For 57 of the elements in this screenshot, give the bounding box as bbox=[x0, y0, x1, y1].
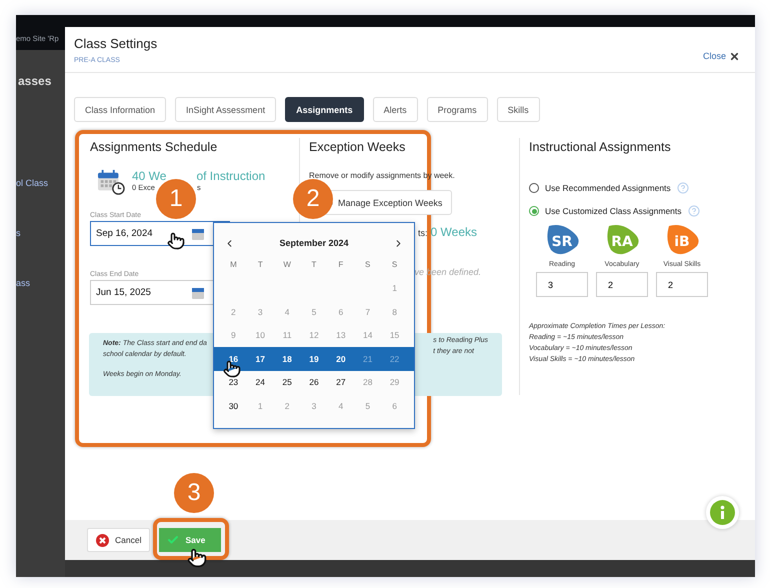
radio-button[interactable] bbox=[529, 183, 539, 193]
exception-count-label: ts: bbox=[418, 228, 428, 238]
weekday-label: T bbox=[310, 260, 318, 270]
assignment-count-field[interactable]: 2 bbox=[656, 272, 708, 297]
calendar-day[interactable]: 25 bbox=[274, 377, 301, 388]
calendar-day[interactable]: 16 bbox=[220, 354, 247, 364]
close-circle-icon bbox=[96, 534, 109, 546]
calendar-day[interactable]: 24 bbox=[246, 377, 274, 388]
close-button[interactable]: Close bbox=[696, 48, 746, 64]
dialog-title: Class Settings bbox=[74, 36, 158, 51]
tab[interactable]: Assignments bbox=[285, 97, 364, 122]
assignment-count-field[interactable]: 2 bbox=[596, 272, 648, 297]
calendar-day[interactable]: 18 bbox=[274, 354, 301, 364]
cancel-button[interactable]: Cancel bbox=[87, 528, 150, 552]
calendar-day[interactable]: 30 bbox=[220, 400, 247, 411]
tab[interactable]: Class Information bbox=[74, 97, 166, 122]
weekday-label: T bbox=[256, 260, 264, 270]
calendar-day[interactable]: 20 bbox=[327, 354, 354, 364]
option-label: Use Customized Class Assignments bbox=[545, 206, 682, 216]
calendar-day[interactable]: 27 bbox=[327, 377, 354, 388]
radio-button[interactable] bbox=[529, 206, 539, 216]
weekday-label: S bbox=[364, 260, 372, 270]
step-number: 1 bbox=[156, 179, 196, 219]
check-icon bbox=[167, 534, 180, 546]
close-icon bbox=[729, 50, 740, 62]
class-link[interactable]: ol Class bbox=[16, 178, 48, 188]
calendar-day[interactable]: 23 bbox=[220, 377, 247, 388]
hand-cursor-icon bbox=[167, 232, 185, 250]
exception-count: 0 Weeks bbox=[430, 225, 477, 239]
tab[interactable]: Skills bbox=[496, 97, 540, 122]
page-heading: asses bbox=[18, 74, 52, 88]
weekday-label: M bbox=[229, 260, 238, 270]
tab[interactable]: Alerts bbox=[372, 97, 418, 122]
calendar-icon[interactable] bbox=[192, 286, 204, 300]
calendar-day[interactable]: 26 bbox=[300, 377, 328, 388]
section-heading: Exception Weeks bbox=[309, 140, 406, 154]
calendar-clock-icon bbox=[97, 169, 125, 196]
tab[interactable]: InSight Assessment bbox=[175, 97, 276, 122]
weeks-count: of Instruction bbox=[196, 169, 266, 183]
weekday-label: F bbox=[337, 260, 344, 270]
step-number: 2 bbox=[293, 179, 333, 219]
calendar-day[interactable]: 17 bbox=[246, 354, 274, 364]
assignment-count-field[interactable]: 3 bbox=[536, 272, 588, 297]
save-button[interactable]: Save bbox=[159, 528, 222, 552]
calendar-day[interactable]: 19 bbox=[300, 354, 328, 364]
step-number: 3 bbox=[174, 473, 214, 513]
tab[interactable]: Programs bbox=[426, 97, 488, 122]
month-title: September 2024 bbox=[279, 238, 349, 248]
info-icon bbox=[710, 500, 735, 525]
class-link[interactable]: s bbox=[16, 228, 20, 238]
class-link[interactable]: ass bbox=[16, 278, 30, 288]
weekday-label: W bbox=[282, 260, 292, 270]
calendar-icon[interactable] bbox=[192, 227, 204, 240]
section-heading: Assignments Schedule bbox=[90, 140, 218, 154]
option-label: Use Recommended Assignments bbox=[545, 183, 671, 193]
section-heading: Instructional Assignments bbox=[529, 140, 672, 154]
weekday-label: S bbox=[390, 260, 398, 270]
